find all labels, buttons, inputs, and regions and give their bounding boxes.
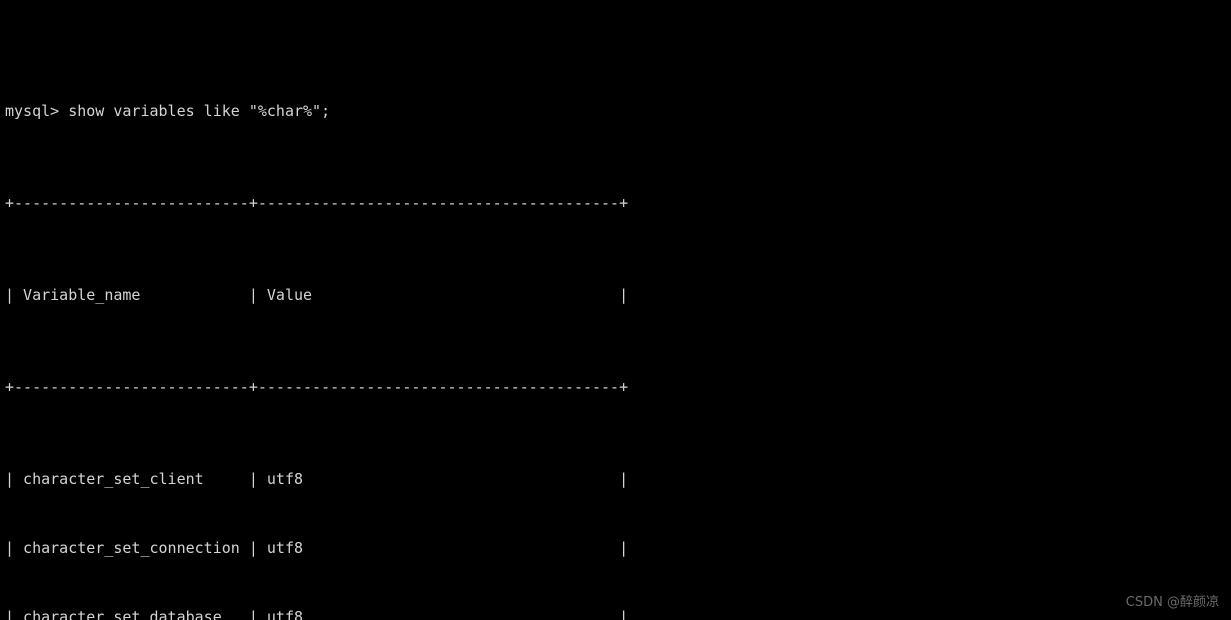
table-header-row: | Variable_name | Value | <box>5 286 629 304</box>
table-border-header: +--------------------------+------------… <box>5 378 629 396</box>
watermark: CSDN @醉颜凉 <box>1125 595 1219 610</box>
table-row: | character_set_connection | utf8 | <box>5 539 629 557</box>
command-line: mysql> show variables like "%char%"; <box>5 102 331 120</box>
terminal-screen[interactable]: mysql> show variables like "%char%"; +--… <box>5 8 628 620</box>
table-row: | character_set_database | utf8 | <box>5 608 629 620</box>
terminal-window[interactable]: mysql> show variables like "%char%"; +--… <box>0 0 1231 620</box>
table-border-top: +--------------------------+------------… <box>5 194 629 212</box>
table-row: | character_set_client | utf8 | <box>5 470 629 488</box>
